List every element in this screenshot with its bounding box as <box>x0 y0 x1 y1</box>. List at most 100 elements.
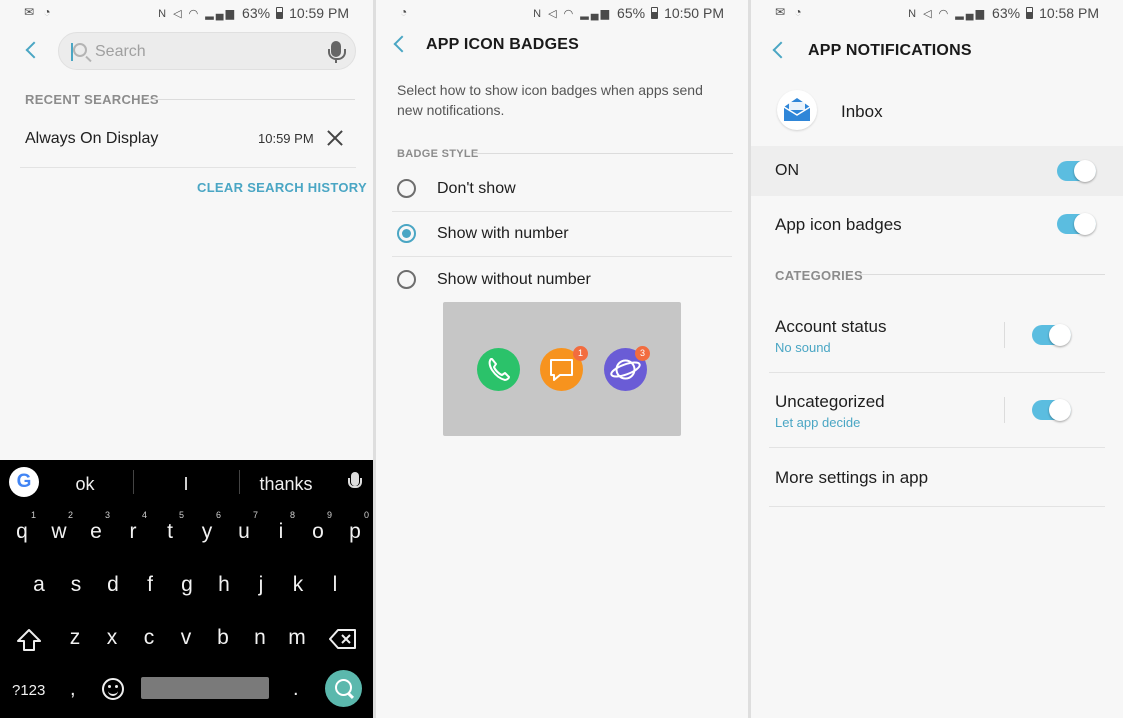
battery-percent: 65% <box>617 5 646 21</box>
search-icon[interactable] <box>325 670 362 707</box>
back-arrow-icon[interactable] <box>772 41 790 59</box>
key-g[interactable]: g <box>172 565 202 605</box>
status-bar: ✉ ◔ N ◁ ◠ ▂▄▆ 63% 10:59 PM <box>0 0 373 26</box>
clear-search-history-button[interactable]: CLEAR SEARCH HISTORY <box>197 180 367 195</box>
recent-search-text[interactable]: Always On Display <box>25 130 158 148</box>
mic-icon[interactable] <box>328 41 346 63</box>
key-hint: 1 <box>30 510 36 520</box>
key-hint: 3 <box>104 510 110 520</box>
key-l[interactable]: l <box>320 565 350 605</box>
key-s[interactable]: s <box>61 565 91 605</box>
key-m[interactable]: m <box>282 618 312 658</box>
radio-button-selected[interactable] <box>397 224 416 243</box>
category-toggle[interactable] <box>1032 324 1071 346</box>
period-key[interactable]: . <box>293 678 299 701</box>
key-k[interactable]: k <box>283 565 313 605</box>
inbox-app-icon <box>777 90 817 130</box>
notification-icons: ✉ ◔ <box>24 5 54 19</box>
key-p[interactable]: p0 <box>340 510 370 552</box>
key-u[interactable]: u7 <box>229 510 259 552</box>
recent-search-time: 10:59 PM <box>258 131 314 146</box>
section-divider <box>473 153 733 154</box>
google-g-icon[interactable]: G <box>9 467 39 497</box>
radio-label: Show with number <box>437 225 569 242</box>
suggestion-separator <box>133 470 134 494</box>
backspace-icon[interactable] <box>329 628 357 650</box>
notification-badge: 1 <box>573 346 588 361</box>
key-q[interactable]: q1 <box>7 510 37 552</box>
more-settings-link[interactable]: More settings in app <box>775 468 928 488</box>
mic-icon[interactable] <box>348 472 362 488</box>
key-hint: 4 <box>141 510 147 520</box>
symbols-key[interactable]: ?123 <box>12 682 45 699</box>
on-label: ON <box>775 162 799 179</box>
back-arrow-icon[interactable] <box>25 41 43 59</box>
radio-button[interactable] <box>397 179 416 198</box>
key-f[interactable]: f <box>135 565 165 605</box>
system-icons: N ◁ ◠ ▂▄▆ <box>158 7 237 20</box>
system-icons: N ◁ ◠ ▂▄▆ <box>908 7 987 20</box>
key-h[interactable]: h <box>209 565 239 605</box>
radio-button[interactable] <box>397 270 416 289</box>
section-divider <box>857 274 1105 275</box>
on-toggle[interactable] <box>1057 160 1096 182</box>
divider <box>20 167 356 168</box>
battery-icon <box>1026 7 1034 19</box>
key-hint: 2 <box>67 510 73 520</box>
battery-icon <box>651 7 659 19</box>
key-y[interactable]: y6 <box>192 510 222 552</box>
radio-label: Don't show <box>437 180 516 197</box>
recent-searches-header: RECENT SEARCHES <box>25 92 159 107</box>
key-j[interactable]: j <box>246 565 276 605</box>
battery-icon <box>276 7 284 19</box>
key-e[interactable]: e3 <box>81 510 111 552</box>
search-bar[interactable] <box>58 32 356 70</box>
key-hint: 7 <box>252 510 258 520</box>
key-w[interactable]: w2 <box>44 510 74 552</box>
master-toggle-row[interactable]: ON <box>751 146 1123 196</box>
app-icon-badges-toggle[interactable] <box>1057 213 1096 235</box>
key-r[interactable]: r4 <box>118 510 148 552</box>
key-label: o <box>312 520 324 543</box>
key-z[interactable]: z <box>60 618 90 658</box>
category-name[interactable]: Account status <box>775 317 887 337</box>
suggestion-1[interactable]: ok <box>60 474 110 495</box>
shift-icon[interactable] <box>16 627 42 653</box>
radio-option-dont-show[interactable]: Don't show <box>392 166 732 210</box>
comma-key[interactable]: , <box>70 678 76 701</box>
key-label: e <box>90 520 102 543</box>
key-hint: 6 <box>215 510 221 520</box>
divider <box>769 372 1105 373</box>
key-label: q <box>16 520 28 543</box>
back-arrow-icon[interactable] <box>393 35 411 53</box>
key-v[interactable]: v <box>171 618 201 658</box>
phone-icon <box>477 348 520 391</box>
emoji-icon[interactable] <box>102 678 124 700</box>
key-a[interactable]: a <box>24 565 54 605</box>
close-icon[interactable] <box>326 129 344 147</box>
app-icon-badges-label[interactable]: App icon badges <box>775 215 902 235</box>
space-bar[interactable] <box>141 677 269 699</box>
key-d[interactable]: d <box>98 565 128 605</box>
category-toggle[interactable] <box>1032 399 1071 421</box>
radio-option-show-with-number[interactable]: Show with number <box>392 211 732 255</box>
key-n[interactable]: n <box>245 618 275 658</box>
category-name[interactable]: Uncategorized <box>775 392 885 412</box>
app-icon-badges-screen: ◔ N ◁ ◠ ▂▄▆ 65% 10:50 PM APP ICON BADGES… <box>376 0 748 718</box>
search-input[interactable] <box>95 42 315 62</box>
category-sound-setting: No sound <box>775 340 831 355</box>
suggestion-2[interactable]: I <box>161 474 211 495</box>
radio-option-show-without-number[interactable]: Show without number <box>392 257 732 301</box>
suggestion-3[interactable]: thanks <box>251 474 321 495</box>
status-bar: ◔ N ◁ ◠ ▂▄▆ 65% 10:50 PM <box>376 0 748 26</box>
keyboard: G ok I thanks q1w2e3r4t5y6u7i8o9p0 asdfg… <box>0 460 373 718</box>
key-t[interactable]: t5 <box>155 510 185 552</box>
key-o[interactable]: o9 <box>303 510 333 552</box>
key-i[interactable]: i8 <box>266 510 296 552</box>
key-x[interactable]: x <box>97 618 127 658</box>
key-c[interactable]: c <box>134 618 164 658</box>
clock: 10:59 PM <box>289 5 349 21</box>
category-sound-setting: Let app decide <box>775 415 861 430</box>
key-b[interactable]: b <box>208 618 238 658</box>
system-icons: N ◁ ◠ ▂▄▆ <box>533 7 612 20</box>
